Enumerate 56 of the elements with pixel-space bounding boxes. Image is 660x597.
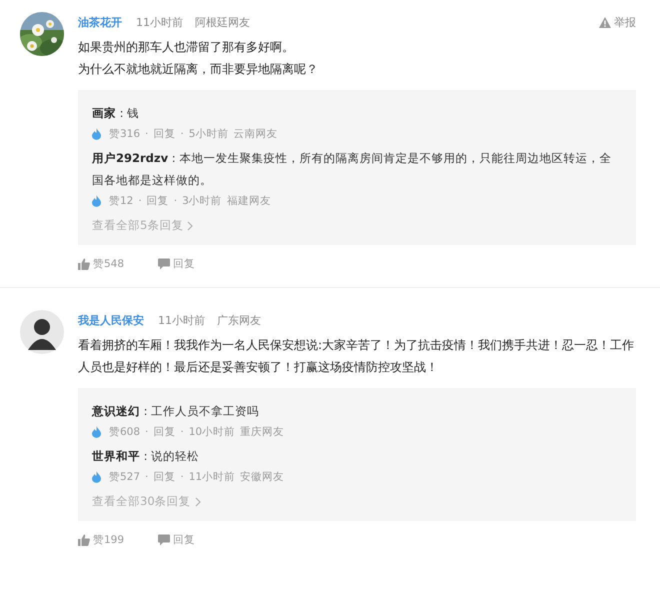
user-location: 阿根廷网友 [195, 14, 250, 30]
reply-link[interactable]: 回复 [146, 194, 169, 208]
reply-time: 11小时前 [188, 470, 236, 484]
like-count[interactable]: 赞12 [109, 194, 134, 208]
user-name[interactable]: 我是人民保安 [78, 312, 144, 328]
separator-dot: · [138, 195, 142, 207]
like-count[interactable]: 赞608 [109, 425, 140, 439]
user-name[interactable]: 油茶花开 [78, 14, 122, 30]
comment-time: 11小时前 [158, 312, 205, 328]
reply-time: 10小时前 [188, 425, 236, 439]
comment-time: 11小时前 [136, 14, 183, 30]
reply-location: 云南网友 [233, 127, 278, 141]
reply-text: 意识迷幻 : 工作人员不拿工资吗 [92, 403, 260, 420]
drop-icon[interactable] [92, 195, 101, 207]
reply-time: 5小时前 [188, 127, 228, 141]
chevron-right-icon [194, 496, 201, 506]
reply-location: 安徽网友 [240, 470, 284, 484]
thumbs-up-icon [78, 534, 90, 546]
like-count[interactable]: 赞527 [109, 470, 140, 484]
comment-text: 为什么不就地就近隔离，而非要异地隔离呢？ [78, 61, 319, 78]
report-link[interactable]: 举报 [599, 14, 636, 30]
drop-icon[interactable] [92, 426, 101, 438]
reply-link[interactable]: 回复 [153, 127, 176, 141]
separator-dot: · [180, 471, 184, 483]
reply-location: 重庆网友 [240, 425, 284, 439]
avatar-icon [20, 310, 64, 354]
separator-dot: · [180, 426, 184, 438]
like-count[interactable]: 赞316 [109, 127, 140, 141]
speech-bubble-icon [158, 534, 170, 546]
separator-dot: · [174, 195, 178, 207]
comment-text: 看着拥挤的车厢！我我作为一名人民保安想说:大家辛苦了！为了抗击疫情！我们携手共进！忍一忍！工作人员也是好样的！最后还是妥善安顿了！打赢这场疫情防控攻坚战！ [78, 337, 636, 376]
drop-icon[interactable] [92, 471, 101, 483]
speech-bubble-icon [158, 258, 170, 270]
reply-text: 世界和平 : 说的轻松 [92, 448, 200, 465]
comment-text: 如果贵州的那车人也滞留了那有多好啊。 [78, 39, 295, 56]
separator-dot: · [180, 128, 184, 140]
separator-dot: · [145, 426, 148, 438]
separator-dot: · [145, 471, 148, 483]
chevron-right-icon [187, 220, 194, 230]
reply-button[interactable]: 回复 [158, 533, 196, 547]
view-all-replies-link[interactable]: 查看全部5条回复 [92, 218, 194, 233]
reply-link[interactable]: 回复 [153, 470, 176, 484]
user-location: 广东网友 [217, 312, 261, 328]
reply-text: 用户292rdzv : 本地一发生聚集疫性，所有的隔离房间肯定是不够用的，只能往周边地区转运，全国各地都是这样做的。 [92, 150, 612, 189]
like-button[interactable]: 赞548 [78, 257, 124, 271]
drop-icon[interactable] [92, 128, 101, 140]
like-button[interactable]: 赞199 [78, 533, 124, 547]
reply-time: 3小时前 [182, 194, 222, 208]
reply-location: 福建网友 [226, 194, 271, 208]
reply-button[interactable]: 回复 [158, 257, 196, 271]
warning-icon [599, 16, 611, 28]
separator-dot: · [145, 128, 148, 140]
reply-text: 画家 : 钱 [92, 105, 140, 122]
reply-link[interactable]: 回复 [153, 425, 176, 439]
view-all-replies-link[interactable]: 查看全部30条回复 [92, 494, 201, 509]
thumbs-up-icon [78, 258, 90, 270]
